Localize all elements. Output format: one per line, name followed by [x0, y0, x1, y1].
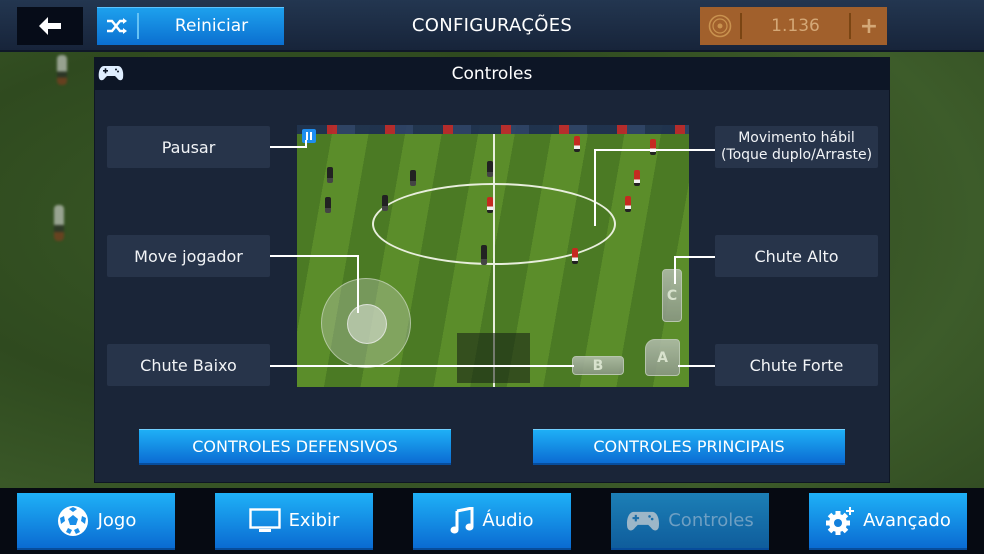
top-bar: Reiniciar CONFIGURAÇÕES 1.136 + [0, 0, 984, 52]
connector-pause [270, 146, 306, 148]
connector-high-shot [675, 256, 715, 258]
button-c[interactable]: C [662, 269, 682, 322]
player [572, 248, 578, 264]
player [625, 196, 631, 212]
nav-game-label: Jogo [97, 510, 137, 531]
connector-pause [305, 140, 307, 148]
bottom-nav: Jogo Exibir Áudio Controles Avançado [0, 488, 984, 554]
connector-move [270, 255, 358, 257]
nav-audio[interactable]: Áudio [413, 493, 571, 550]
player [634, 170, 640, 186]
connector-power-shot [678, 365, 715, 367]
nav-display-label: Exibir [288, 510, 340, 531]
soccer-ball-icon [57, 505, 88, 536]
player [481, 245, 487, 265]
nav-controls-label: Controles [668, 510, 754, 531]
plus-icon: + [859, 13, 879, 39]
player [410, 170, 416, 186]
label-skill-move-line1: Movimento hábil [738, 130, 855, 146]
label-skill-move-line2: (Toque duplo/Arraste) [720, 147, 873, 163]
gamepad-icon [627, 511, 660, 530]
nav-advanced-label: Avançado [863, 510, 951, 531]
player [325, 197, 331, 213]
coin-icon [708, 14, 732, 38]
nav-display[interactable]: Exibir [215, 493, 373, 550]
main-controls-button[interactable]: CONTROLES PRINCIPAIS [533, 429, 845, 465]
center-circle [372, 183, 616, 265]
monitor-icon [248, 507, 281, 532]
player [650, 139, 656, 155]
player [327, 167, 333, 183]
gear-plus-icon [826, 506, 855, 535]
connector-high-shot [674, 256, 676, 284]
player [487, 197, 493, 213]
gamepad-icon [98, 66, 124, 81]
label-low-shot: Chute Baixo [107, 344, 270, 386]
background-player [57, 55, 67, 85]
connector-low-shot [270, 365, 574, 367]
button-a[interactable]: A [645, 339, 680, 376]
label-high-shot: Chute Alto [715, 235, 878, 277]
panel-title: Controles [451, 64, 533, 84]
ad-boards [297, 125, 689, 134]
controls-panel: Controles Pausar Move jogador Chute Baix… [94, 57, 890, 483]
nav-advanced[interactable]: Avançado [809, 493, 967, 550]
player [382, 195, 388, 211]
connector-skill-move [594, 149, 596, 226]
defensive-controls-button[interactable]: CONTROLES DEFENSIVOS [139, 429, 451, 465]
music-note-icon [450, 506, 474, 533]
label-move-player: Move jogador [107, 235, 270, 277]
nav-audio-label: Áudio [482, 510, 534, 531]
joystick[interactable] [321, 278, 411, 368]
player [574, 136, 580, 152]
player [487, 161, 493, 177]
connector-skill-move [595, 149, 715, 151]
label-skill-move: Movimento hábil (Toque duplo/Arraste) [715, 126, 878, 168]
button-b[interactable]: B [572, 356, 624, 375]
connector-move [357, 255, 359, 313]
nav-game[interactable]: Jogo [17, 493, 175, 550]
joystick-knob[interactable] [347, 304, 387, 344]
label-power-shot: Chute Forte [715, 344, 878, 386]
label-pause: Pausar [107, 126, 270, 168]
nav-controls[interactable]: Controles [611, 493, 769, 550]
minimap [457, 333, 530, 383]
coin-balance: 1.136 + [700, 7, 887, 45]
add-coins-button[interactable]: + [849, 13, 887, 39]
coin-value: 1.136 [771, 16, 820, 36]
panel-header: Controles [95, 58, 889, 90]
background-player [54, 205, 64, 241]
